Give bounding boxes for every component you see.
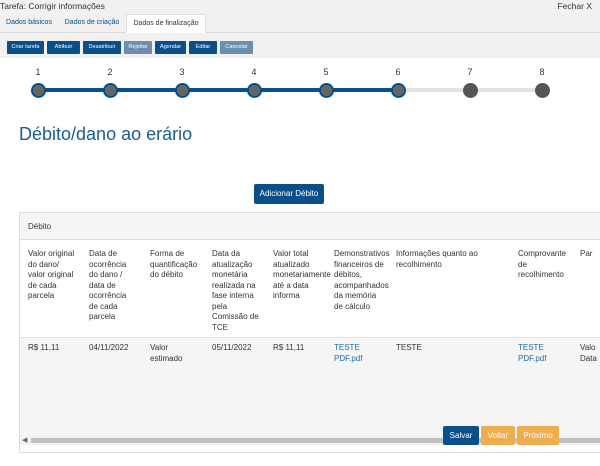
step-dot-6[interactable] xyxy=(390,83,406,98)
step-number-1: 1 xyxy=(35,67,41,77)
save-button[interactable]: Salvar xyxy=(443,426,479,445)
cell-data-ocorrencia: 04/11/2022 xyxy=(89,343,129,352)
step-dot-3[interactable] xyxy=(174,83,190,98)
column-header-comprovante: Comprovante de recolhimento xyxy=(518,249,567,279)
column-header-forma-quantificacao: Forma de quantificação do débito xyxy=(150,249,198,279)
debito-table-card: Débito Valor original do dano/ valor ori… xyxy=(19,212,600,453)
step-number-2: 2 xyxy=(107,67,113,77)
step-dot-1[interactable] xyxy=(30,83,46,98)
demonstrativo-file-link[interactable]: TESTE PDF.pdf xyxy=(334,343,374,364)
column-header-valor-total: Valor total atualizado monetariamente at… xyxy=(273,249,331,300)
cell-forma-quantificacao: Valor estimado xyxy=(150,343,183,363)
step-number-6: 6 xyxy=(395,67,401,77)
step-number-3: 3 xyxy=(179,67,185,77)
column-header-par: Par xyxy=(580,249,593,258)
step-dot-4[interactable] xyxy=(246,83,262,98)
tab-dados-criacao[interactable]: Dados de criação xyxy=(62,14,122,33)
criar-tarefa-button[interactable]: Criar tarefa xyxy=(7,41,44,54)
cell-valor-total: R$ 11,11 xyxy=(273,343,305,352)
progress-stepper: 1 2 3 4 5 6 7 8 xyxy=(0,66,600,98)
column-header-data-atualizacao: Data da atualização monetária realizada … xyxy=(212,249,259,332)
step-number-7: 7 xyxy=(467,67,473,77)
comprovante-file-link[interactable]: TESTE PDF.pdf xyxy=(518,343,558,364)
section-heading: Débito/dano ao erário xyxy=(19,124,193,144)
step-dot-5[interactable] xyxy=(318,83,334,98)
main-panel: 1 2 3 4 5 6 7 8 Débito/dano ao erário Ad… xyxy=(0,58,600,466)
back-button[interactable]: Voltar xyxy=(481,426,515,445)
stepper-progress-line xyxy=(38,88,398,92)
scroll-left-icon[interactable]: ◀ xyxy=(22,436,27,444)
column-header-data-ocorrencia: Data de ocorrência do dano / data de oco… xyxy=(89,249,127,321)
agendar-button[interactable]: Agendar xyxy=(155,41,186,54)
column-header-valor-original: Valor original do dano/ valor original d… xyxy=(28,249,75,300)
desatribuir-button[interactable]: Desatribuir xyxy=(83,41,121,54)
cancelar-button[interactable]: Cancelar xyxy=(220,41,253,54)
step-dot-2[interactable] xyxy=(102,83,118,98)
window-title: Tarefa: Corrigir informações xyxy=(0,1,105,11)
editar-button[interactable]: Editar xyxy=(189,41,217,54)
step-number-5: 5 xyxy=(323,67,329,77)
rejeitar-button[interactable]: Rejeitar xyxy=(124,41,152,54)
step-dot-7[interactable] xyxy=(462,83,478,98)
cell-informacoes-recolhimento: TESTE xyxy=(396,343,422,352)
tab-bar: Dados básicos Dados de criação Dados de … xyxy=(0,14,600,33)
close-button[interactable]: Fechar X xyxy=(558,1,593,11)
atribuir-button[interactable]: Atribuir xyxy=(47,41,80,54)
title-bar: Tarefa: Corrigir informações Fechar X xyxy=(0,0,600,12)
column-header-demonstrativos: Demonstrativos financeiros de débitos, a… xyxy=(334,249,390,311)
cell-valor-original: R$ 11,11 xyxy=(28,343,60,352)
step-number-8: 8 xyxy=(539,67,545,77)
step-dot-8[interactable] xyxy=(534,83,550,98)
table-card-title: Débito xyxy=(20,213,600,240)
cell-data-atualizacao: 05/11/2022 xyxy=(212,343,252,352)
tab-dados-basicos[interactable]: Dados básicos xyxy=(4,14,54,33)
tab-dados-finalizacao[interactable]: Dados de finalização xyxy=(126,14,206,33)
column-header-informacoes-recolhimento: Informações quanto ao recolhimento xyxy=(396,249,478,269)
next-button[interactable]: Próximo xyxy=(517,426,559,445)
step-number-4: 4 xyxy=(251,67,257,77)
add-debito-button[interactable]: Adicionar Débito xyxy=(254,184,324,204)
cell-par: Valo Data xyxy=(580,343,597,363)
